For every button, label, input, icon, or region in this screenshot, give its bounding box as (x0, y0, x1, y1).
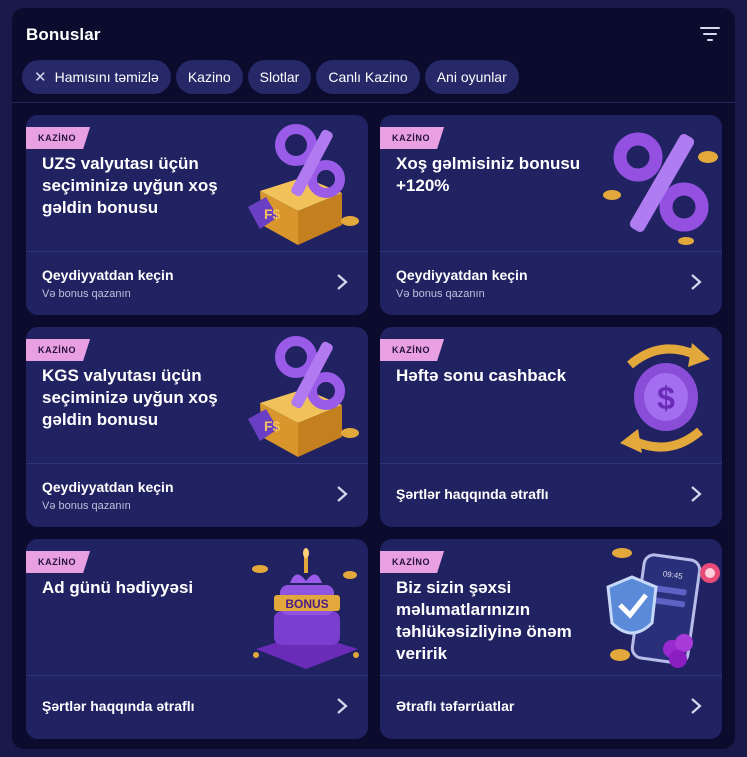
bonuses-panel: Bonuslar ✕ Hamısını təmizlə Kazino Slotl… (12, 8, 735, 749)
bonus-title: UZS valyutası üçün seçiminizə uyğun xoş … (42, 154, 218, 217)
card-divider (380, 675, 722, 676)
svg-text:F$: F$ (264, 418, 281, 434)
security-phone-icon: 09:45 (606, 548, 720, 668)
card-divider (26, 463, 368, 464)
bonus-card[interactable]: KAZİNO Xoş gəlmisiniz bonusu +120% Qeydi… (380, 115, 722, 315)
chevron-right-icon (691, 486, 702, 502)
card-action-label: Qeydiyyatdan keçin (396, 267, 528, 283)
bonus-cake-icon: BONUS (252, 548, 359, 669)
bonus-title: Xoş gəlmisiniz bonusu +120% (396, 154, 581, 195)
card-action-sub: Və bonus qazanın (396, 288, 485, 300)
category-badge: KAZİNO (26, 127, 90, 149)
chevron-right-icon (337, 486, 348, 502)
chevron-right-icon (691, 698, 702, 714)
card-divider (26, 675, 368, 676)
category-badge: KAZİNO (26, 339, 90, 361)
chip-ani-oyunlar[interactable]: Ani oyunlar (424, 60, 519, 94)
category-badge: KAZİNO (380, 339, 444, 361)
bonus-title: KGS valyutası üçün seçiminizə uyğun xoş … (42, 366, 218, 429)
card-divider (380, 463, 722, 464)
bonus-title: Ad günü hədiyyəsi (42, 578, 194, 597)
chip-slotlar[interactable]: Slotlar (247, 60, 312, 94)
svg-text:F$: F$ (264, 206, 281, 222)
category-badge: KAZİNO (380, 551, 444, 573)
chip-label: Hamısını təmizlə (54, 69, 159, 85)
page-title: Bonuslar (26, 25, 101, 44)
divider (12, 102, 735, 103)
bonus-title: Həftə sonu cashback (396, 366, 567, 385)
card-action-label: Qeydiyyatdan keçin (42, 267, 174, 283)
card-divider (380, 251, 722, 252)
bonus-card[interactable]: KAZİNO Biz sizin şəxsi məlumatlarınızın … (380, 539, 722, 739)
card-action-label: Qeydiyyatdan keçin (42, 479, 174, 495)
category-badge: KAZİNO (26, 551, 90, 573)
card-action-label: Şərtlər haqqında ətraflı (42, 698, 195, 714)
panel-header: Bonuslar (12, 8, 735, 60)
card-action-sub: Və bonus qazanın (42, 500, 131, 512)
bonus-card[interactable]: KAZİNO Həftə sonu cashback $ Şərtlər haq… (380, 327, 722, 527)
chip-clear-all[interactable]: ✕ Hamısını təmizlə (22, 60, 171, 94)
chevron-right-icon (337, 274, 348, 290)
bonus-card[interactable]: KAZİNO Ad günü hədiyyəsi BONUS Şərtlər h… (26, 539, 368, 739)
cashback-coin-icon: $ (620, 343, 710, 453)
percent-box-icon: F$ (248, 124, 359, 245)
chip-kazino[interactable]: Kazino (175, 60, 243, 94)
svg-text:$: $ (657, 380, 675, 416)
card-action-sub: Və bonus qazanın (42, 288, 131, 300)
card-action-label: Şərtlər haqqında ətraflı (396, 486, 549, 502)
card-action-label: Ətraflı təfərrüatlar (396, 698, 515, 714)
filter-icon[interactable] (699, 24, 721, 44)
chevron-right-icon (337, 698, 348, 714)
bonus-title: Biz sizin şəxsi məlumatlarınızın təhlükə… (396, 578, 572, 663)
bonus-cake-label: BONUS (285, 597, 328, 611)
category-badge: KAZİNO (380, 127, 444, 149)
bonus-card[interactable]: KAZİNO KGS valyutası üçün seçiminizə uyğ… (26, 327, 368, 527)
chip-canli-kazino[interactable]: Canlı Kazino (316, 60, 420, 94)
chevron-right-icon (691, 274, 702, 290)
percent-sign-icon (603, 132, 718, 245)
percent-box-icon: F$ (248, 336, 359, 457)
filter-chips: ✕ Hamısını təmizlə Kazino Slotlar Canlı … (22, 60, 519, 94)
close-icon: ✕ (34, 69, 47, 86)
card-divider (26, 251, 368, 252)
bonus-card[interactable]: KAZİNO UZS valyutası üçün seçiminizə uyğ… (26, 115, 368, 315)
